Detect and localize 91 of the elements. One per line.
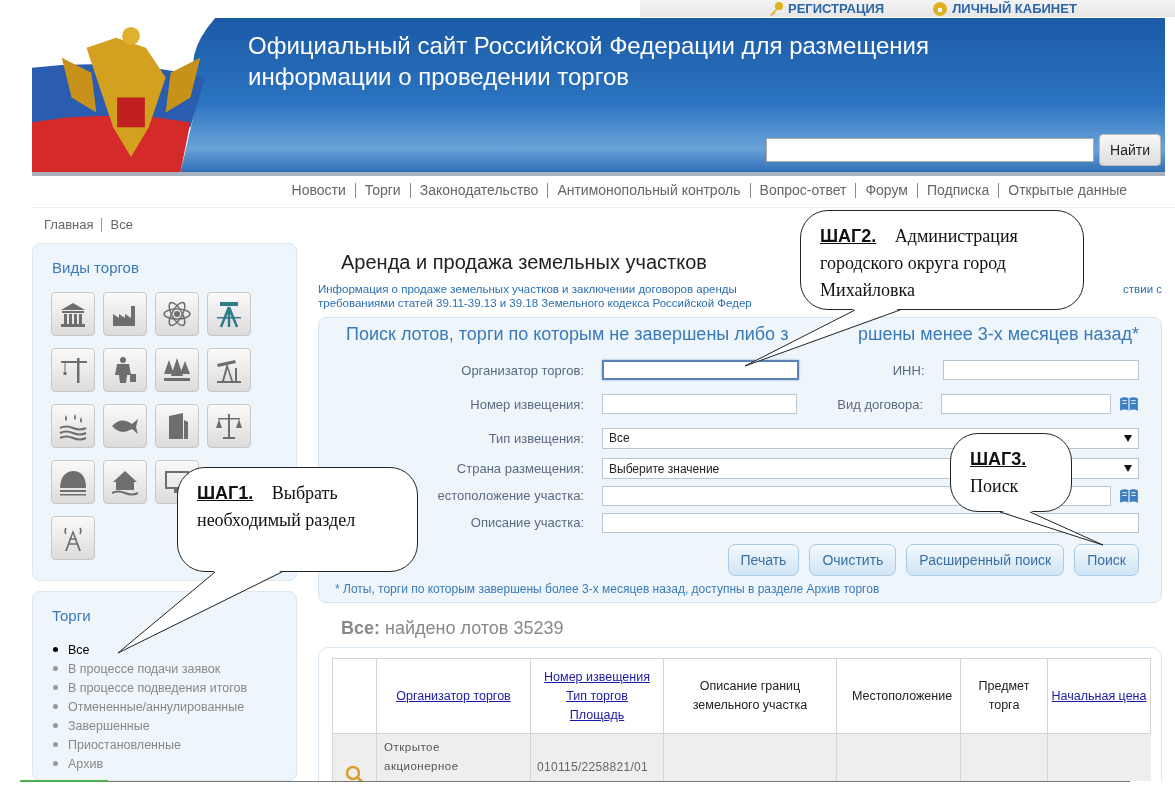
category-tile[interactable] [103, 460, 147, 504]
nav-link[interactable]: Открытые данные [998, 183, 1136, 198]
bullet-icon [53, 742, 58, 747]
category-tile[interactable] [51, 404, 95, 448]
field-label: Страна размещения: [456, 461, 584, 476]
search-title: ршены менее 3-х месяцев назад* [857, 324, 1139, 345]
nav-link[interactable]: Подписка [916, 183, 999, 198]
category-tile[interactable] [51, 292, 95, 336]
info-text: Информация о продаже земельных участков и заключении договоров аренды [318, 282, 737, 296]
field-label: Описание участка: [470, 515, 584, 530]
site-title: Официальный сайт Российской Федерации для размещения [248, 31, 929, 61]
sort-link[interactable]: Начальная цена [1051, 688, 1147, 703]
sort-link[interactable]: Номер извещения [544, 669, 650, 684]
nav-link[interactable]: Новости [282, 183, 355, 198]
bullet-icon [53, 666, 58, 671]
trade-filter-link[interactable]: Все [68, 642, 90, 657]
trade-filter-link[interactable]: Приостановленные [68, 737, 181, 752]
book-icon[interactable] [1119, 396, 1139, 412]
book-icon[interactable] [1119, 487, 1139, 504]
sort-link[interactable]: Площадь [569, 707, 625, 722]
column-header: Местоположение [836, 658, 961, 734]
category-tile[interactable] [207, 404, 251, 448]
panel-title: Торги [52, 607, 92, 624]
field-label: естоположение участка: [437, 488, 584, 503]
category-tile[interactable] [51, 460, 95, 504]
column-header[interactable]: Организатор торгов [376, 658, 531, 734]
caret-icon [1124, 434, 1132, 442]
table-cell-text: Открытое акционерное [383, 740, 460, 774]
category-tile[interactable] [103, 348, 147, 392]
nav-link[interactable]: Вопрос-ответ [749, 183, 856, 198]
site-search-field[interactable] [766, 138, 1095, 162]
search-form-button[interactable]: Расширенный поиск [906, 544, 1065, 576]
tooltip-text: ШАГ1. Выбрать необходимый раздел [197, 482, 357, 532]
input-field[interactable] [942, 360, 1139, 380]
table-cell-text: 010115/2258821/01 [536, 759, 649, 774]
category-tile[interactable] [155, 348, 199, 392]
category-tile[interactable] [155, 292, 199, 336]
column-header[interactable]: Начальная цена [1047, 658, 1151, 734]
category-tile[interactable] [51, 348, 95, 392]
category-tile[interactable] [207, 348, 251, 392]
search-title: Поиск лотов, торги по которым не завершены либо з [346, 324, 789, 345]
field-label: ИНН: [892, 362, 925, 378]
category-tile[interactable] [103, 404, 147, 448]
input-field[interactable] [941, 394, 1111, 414]
search-form-button[interactable]: Печать [727, 544, 800, 576]
trade-filter-link[interactable]: Завершенные [68, 718, 150, 733]
breadcrumb-link[interactable]: Главная [44, 218, 102, 232]
input-field[interactable] [602, 360, 799, 380]
footnote: * Лоты, торги по которым завершены более 3-х месяцев назад, доступны в разделе Архив торгов [335, 582, 881, 596]
category-tile[interactable] [207, 292, 251, 336]
breadcrumb-link[interactable]: Все [101, 218, 141, 232]
column-header: Предмет торга [960, 658, 1048, 734]
site-title: информации о проведении торгов [248, 62, 630, 92]
field-label: Тип извещения: [488, 430, 584, 446]
category-tile[interactable] [155, 404, 199, 448]
input-field[interactable] [602, 394, 797, 414]
column-header: Описание границ земельного участка [663, 658, 837, 734]
trade-filter-link[interactable]: В процессе подачи заявок [68, 661, 221, 676]
page-title: Аренда и продажа земельных участков [341, 251, 707, 274]
bullet-icon [53, 647, 58, 652]
category-tile[interactable] [51, 516, 95, 560]
caret-icon [1124, 465, 1132, 472]
info-text: требованиями статей 39.11-39.13 и 39.18 Земельного кодекса Российской Федер [318, 296, 752, 310]
column-header[interactable]: Номер извещения Тип торгов Площадь [530, 658, 664, 734]
nav-link[interactable]: Форум [855, 183, 917, 198]
field-label: Вид договора: [837, 396, 923, 412]
find-button[interactable]: Найти [1099, 134, 1161, 166]
panel-title: Виды торгов [52, 259, 140, 276]
info-text: ствии с [1123, 282, 1162, 296]
bullet-icon [53, 723, 58, 728]
field-label: Организатор торгов: [461, 362, 584, 378]
key-icon [768, 0, 784, 17]
field-label: Номер извещения: [470, 396, 584, 412]
top-link[interactable]: ЛИЧНЫЙ КАБИНЕТ [952, 0, 1077, 18]
results-heading: Все: найдено лотов 35239 [341, 618, 565, 639]
search-form-button[interactable]: Очистить [809, 544, 897, 576]
search-form-button[interactable]: Поиск [1074, 544, 1139, 576]
bullet-icon [53, 761, 58, 766]
category-tile[interactable] [103, 292, 147, 336]
nav-link[interactable]: Законодательство [409, 183, 548, 198]
sort-link[interactable]: Тип торгов [566, 688, 628, 703]
sort-link[interactable]: Организатор торгов [396, 688, 511, 703]
bullet-icon [53, 704, 58, 709]
top-link[interactable]: РЕГИСТРАЦИЯ [788, 0, 885, 18]
bullet-icon [53, 685, 58, 690]
nav-link[interactable]: Антимонопольный контроль [547, 183, 750, 198]
nav-link[interactable]: Торги [354, 183, 410, 198]
trade-filter-link[interactable]: Отмененные/аннулированные [68, 699, 245, 714]
trade-filter-link[interactable]: В процессе подведения итогов [68, 680, 248, 695]
tooltip-text: ШАГ2. Администрация городского округа город Михайловка [820, 225, 1019, 302]
trade-filter-link[interactable]: Архив [68, 756, 104, 771]
